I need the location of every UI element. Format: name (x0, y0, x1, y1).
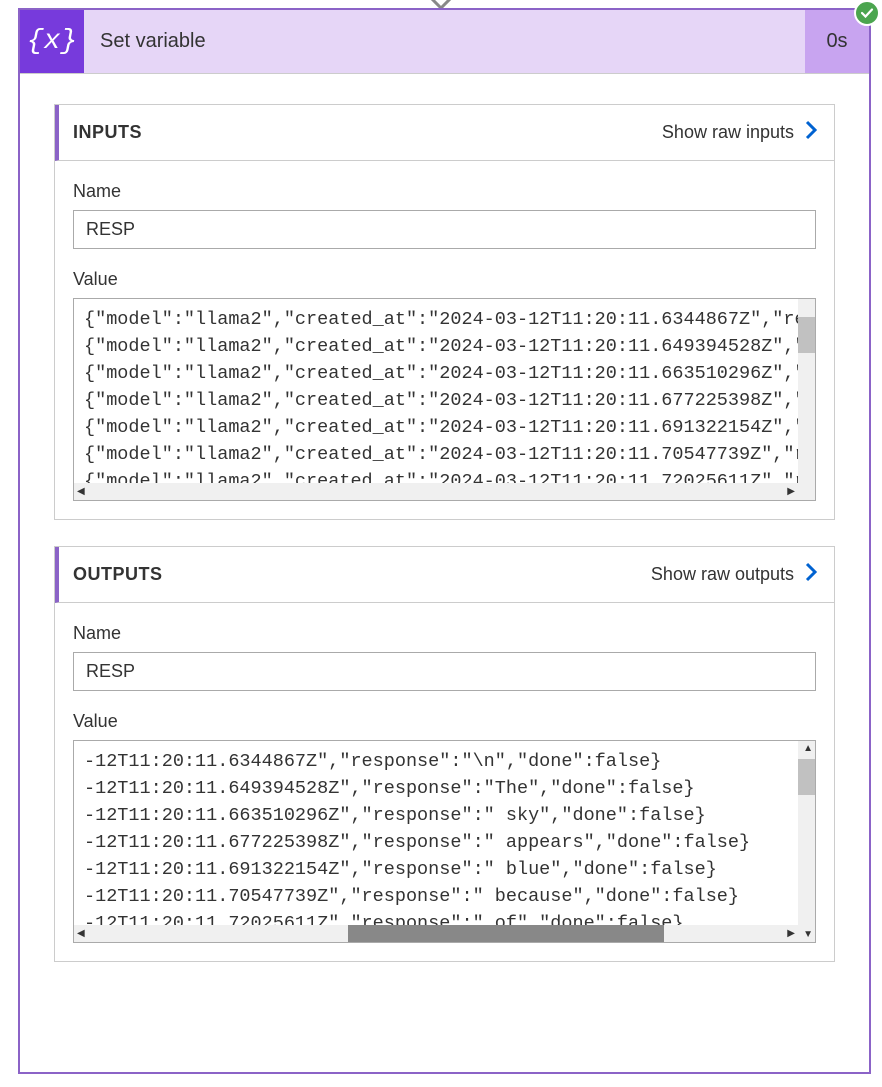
scrollbar-horizontal[interactable]: ◀ ▶ (74, 925, 798, 942)
outputs-value-textarea[interactable]: -12T11:20:11.6344867Z","response":"\n","… (73, 740, 816, 943)
scroll-left-icon[interactable]: ◀ (74, 486, 88, 497)
outputs-title: OUTPUTS (59, 564, 163, 585)
show-raw-inputs-link[interactable]: Show raw inputs (662, 119, 820, 146)
card-header[interactable]: {x} Set variable 0s (20, 10, 869, 74)
scroll-up-icon[interactable]: ▲ (803, 743, 813, 754)
inputs-name-label: Name (73, 181, 816, 202)
success-badge-icon (854, 0, 880, 26)
inputs-panel: INPUTS Show raw inputs Name RESP Value {… (54, 104, 835, 520)
scroll-down-icon[interactable]: ▼ (803, 929, 813, 940)
scroll-left-icon[interactable]: ◀ (74, 928, 88, 939)
chevron-right-icon (804, 119, 820, 146)
action-card: {x} Set variable 0s INPUTS Show raw inpu… (18, 8, 871, 1074)
chevron-right-icon (804, 561, 820, 588)
inputs-title: INPUTS (59, 122, 142, 143)
inputs-name-value[interactable]: RESP (73, 210, 816, 249)
inputs-value-textarea[interactable]: {"model":"llama2","created_at":"2024-03-… (73, 298, 816, 501)
scroll-right-icon[interactable]: ▶ (784, 486, 798, 497)
scrollbar-horizontal[interactable]: ◀ ▶ (74, 483, 798, 500)
outputs-panel: OUTPUTS Show raw outputs Name RESP Value… (54, 546, 835, 962)
scrollbar-vertical[interactable] (798, 299, 815, 500)
set-variable-icon: {x} (20, 10, 84, 73)
scrollbar-vertical[interactable]: ▲ ▼ (798, 741, 815, 942)
outputs-name-label: Name (73, 623, 816, 644)
show-raw-outputs-link[interactable]: Show raw outputs (651, 561, 820, 588)
scroll-right-icon[interactable]: ▶ (784, 928, 798, 939)
card-title: Set variable (84, 10, 805, 73)
outputs-value-label: Value (73, 711, 816, 732)
inputs-value-label: Value (73, 269, 816, 290)
outputs-name-value[interactable]: RESP (73, 652, 816, 691)
